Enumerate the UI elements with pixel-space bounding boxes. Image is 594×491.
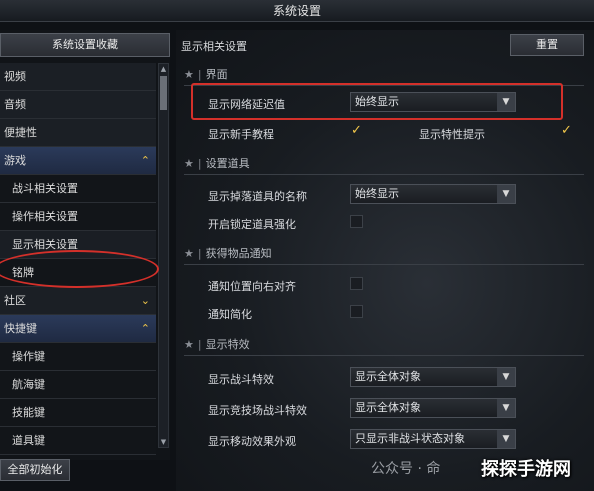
- simple-label: 通知简化: [208, 308, 252, 321]
- reset-all-button[interactable]: 全部初始化: [0, 459, 70, 481]
- left-panel: 系统设置收藏 视频 音频 便捷性 游戏 ⌃ 战斗相关设置 操作相关设置 显示相关设置 铭牌 社区 ⌄…: [0, 30, 170, 460]
- checkmark-icon: ✓: [561, 123, 572, 138]
- chevron-down-icon: ▼: [497, 368, 515, 386]
- highlight-box-annotation: [191, 83, 563, 120]
- move-effect-label: 显示移动效果外观: [208, 435, 296, 448]
- star-icon[interactable]: ★: [184, 157, 194, 170]
- scroll-down-icon[interactable]: ▼: [159, 437, 168, 447]
- drop-name-label: 显示掉落道具的名称: [208, 190, 307, 203]
- section-title: 设置道具: [205, 157, 250, 170]
- settings-favorites-button[interactable]: 系统设置收藏: [0, 33, 170, 57]
- sidebar-item-3[interactable]: 游戏 ⌃: [0, 147, 156, 175]
- sidebar-item-label: 战斗相关设置: [12, 182, 78, 195]
- sidebar-item-label: 操作相关设置: [12, 210, 78, 223]
- align-checkbox[interactable]: [350, 277, 363, 290]
- chevron-up-icon[interactable]: ⌃: [141, 315, 150, 342]
- tutorial-label: 显示新手教程: [208, 128, 274, 141]
- dropdown-value: 显示全体对象: [355, 370, 421, 383]
- battle-effect-label: 显示战斗特效: [208, 373, 274, 386]
- settings-panel: 显示相关设置 重置 ★ | 界面 显示网络延迟值 始终显示 ▼ 显示新手教程 ✓ 显…: [176, 30, 594, 491]
- trait-checkbox[interactable]: ✓: [560, 123, 573, 138]
- chevron-down-icon: ▼: [497, 399, 515, 417]
- sidebar-item-label: 航海键: [12, 378, 45, 391]
- sidebar-item-0[interactable]: 视频: [0, 63, 156, 91]
- section-title: 显示特效: [205, 338, 250, 351]
- watermark-brand: 探探手游网: [481, 459, 571, 480]
- align-label: 通知位置向右对齐: [208, 280, 296, 293]
- star-icon[interactable]: ★: [184, 338, 194, 351]
- sidebar-item-label: 便捷性: [4, 126, 37, 139]
- sidebar-item-label: 游戏: [4, 154, 26, 167]
- sidebar-item-9[interactable]: 快捷键 ⌃: [0, 315, 156, 343]
- sidebar-item-13[interactable]: 道具键: [0, 427, 156, 455]
- sidebar-item-label: 快捷键: [4, 322, 37, 335]
- arena-effect-dropdown[interactable]: 显示全体对象 ▼: [350, 398, 516, 418]
- sidebar-item-label: 道具键: [12, 434, 45, 447]
- sidebar-item-5[interactable]: 操作相关设置: [0, 203, 156, 231]
- sidebar-item-label: 视频: [4, 70, 26, 83]
- sidebar-item-8[interactable]: 社区 ⌄: [0, 287, 156, 315]
- sidebar-item-11[interactable]: 航海键: [0, 371, 156, 399]
- chevron-down-icon[interactable]: ⌄: [141, 287, 150, 314]
- battle-effect-dropdown[interactable]: 显示全体对象 ▼: [350, 367, 516, 387]
- section-title: 界面: [205, 68, 228, 81]
- scroll-thumb[interactable]: [160, 76, 167, 110]
- simple-checkbox[interactable]: [350, 305, 363, 318]
- sidebar-item-label: 操作键: [12, 350, 45, 363]
- watermark-text: 公众号 · 命: [371, 461, 441, 477]
- chevron-down-icon: ▼: [497, 185, 515, 203]
- sidebar-item-10[interactable]: 操作键: [0, 343, 156, 371]
- sidebar-item-label: 显示相关设置: [12, 238, 78, 251]
- dropdown-value: 只显示非战斗状态对象: [355, 432, 465, 445]
- star-icon[interactable]: ★: [184, 68, 194, 81]
- dropdown-value: 显示全体对象: [355, 401, 421, 414]
- category-scrollbar[interactable]: ▲ ▼: [158, 63, 169, 448]
- dropdown-value: 始终显示: [355, 187, 399, 200]
- reset-button[interactable]: 重置: [510, 34, 584, 56]
- drop-name-dropdown[interactable]: 始终显示 ▼: [350, 184, 516, 204]
- section-effects: ★ | 显示特效: [184, 334, 584, 356]
- tutorial-checkbox[interactable]: ✓: [350, 123, 363, 138]
- sidebar-item-4[interactable]: 战斗相关设置: [0, 175, 156, 203]
- sidebar-item-label: 技能键: [12, 406, 45, 419]
- checkmark-icon: ✓: [351, 123, 362, 138]
- lock-label: 开启锁定道具强化: [208, 218, 296, 231]
- lock-checkbox[interactable]: [350, 215, 363, 228]
- sidebar-item-12[interactable]: 技能键: [0, 399, 156, 427]
- sidebar-item-2[interactable]: 便捷性: [0, 119, 156, 147]
- highlight-circle-annotation: [0, 250, 159, 288]
- sidebar-item-1[interactable]: 音频: [0, 91, 156, 119]
- window-title: 系统设置: [0, 0, 594, 22]
- chevron-up-icon[interactable]: ⌃: [141, 147, 150, 174]
- section-title: 获得物品通知: [205, 247, 272, 260]
- arena-effect-label: 显示竞技场战斗特效: [208, 404, 307, 417]
- star-icon[interactable]: ★: [184, 247, 194, 260]
- move-effect-dropdown[interactable]: 只显示非战斗状态对象 ▼: [350, 429, 516, 449]
- section-acquire: ★ | 获得物品通知: [184, 243, 584, 265]
- trait-label: 显示特性提示: [419, 128, 485, 141]
- scroll-up-icon[interactable]: ▲: [159, 64, 168, 74]
- sidebar-item-label: 社区: [4, 294, 26, 307]
- section-items: ★ | 设置道具: [184, 153, 584, 175]
- sidebar-item-label: 音频: [4, 98, 26, 111]
- chevron-down-icon: ▼: [497, 430, 515, 448]
- panel-title: 显示相关设置: [181, 40, 247, 53]
